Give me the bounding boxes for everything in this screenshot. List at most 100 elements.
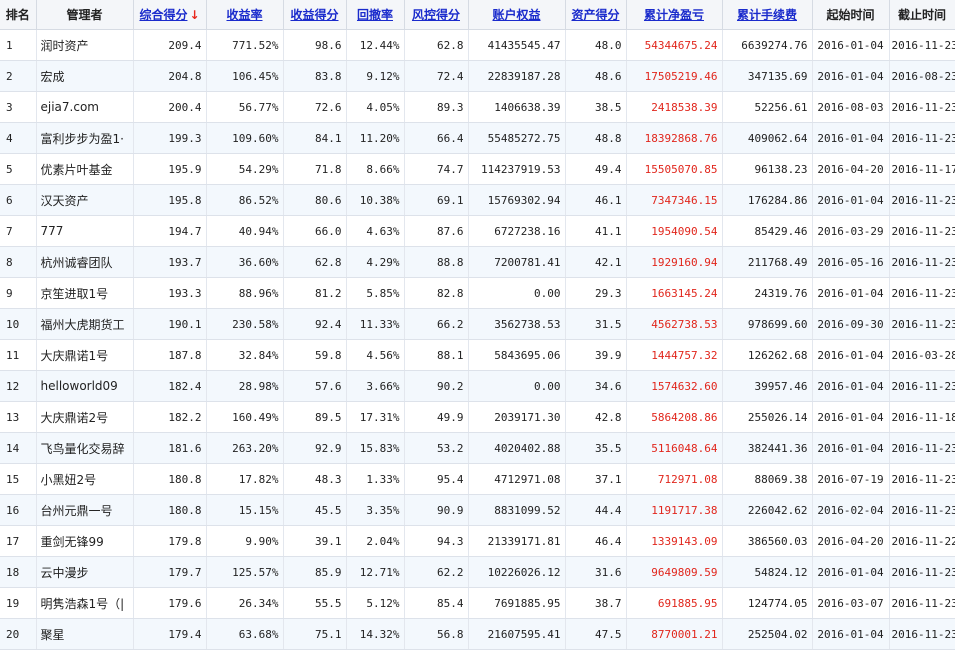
cell-manager: 飞鸟量化交易辞 [36, 432, 134, 464]
cell-net-pnl: 1339143.09 [626, 525, 723, 557]
cell-equity: 0.00 [468, 277, 566, 309]
cell-return-rate: 15.15% [206, 494, 284, 526]
column-header-rank: 排名 [0, 0, 37, 30]
cell-equity: 55485272.75 [468, 122, 566, 154]
cell-rank: 7 [0, 215, 37, 247]
cell-return-score: 55.5 [283, 587, 347, 619]
cell-rank: 18 [0, 556, 37, 588]
cell-equity: 1406638.39 [468, 91, 566, 123]
cell-fees: 347135.69 [722, 60, 813, 92]
cell-asset-score: 29.3 [565, 277, 627, 309]
table-row: 20 聚星 179.4 63.68% 75.1 14.32% 56.8 21607595.41… [0, 618, 955, 650]
cell-start: 2016-08-03 [812, 91, 890, 123]
cell-end: 2016-11-23 [889, 432, 955, 464]
table-row: 4 富利步步为盈1· 199.3 109.60% 84.1 11.20% 66.4 55485… [0, 122, 955, 154]
cell-return-score: 71.8 [283, 153, 347, 185]
cell-fees: 124774.05 [722, 587, 813, 619]
column-header-fees[interactable]: 累计手续费 [722, 0, 813, 30]
cell-score: 179.7 [133, 556, 207, 588]
table-row: 15 小黑妞2号 180.8 17.82% 48.3 1.33% 95.4 4712971.0… [0, 463, 955, 495]
cell-net-pnl: 1929160.94 [626, 246, 723, 278]
cell-end: 2016-11-23 [889, 277, 955, 309]
column-header-drawdown[interactable]: 回撤率 [346, 0, 405, 30]
cell-return-rate: 88.96% [206, 277, 284, 309]
cell-net-pnl: 1191717.38 [626, 494, 723, 526]
cell-score: 179.4 [133, 618, 207, 650]
cell-start: 2016-01-04 [812, 339, 890, 371]
column-header-label: 资产得分 [571, 8, 620, 22]
sort-desc-arrow-icon[interactable]: ↓ [189, 8, 199, 22]
cell-return-rate: 230.58% [206, 308, 284, 340]
cell-rank: 5 [0, 153, 37, 185]
column-header-label: 累计净盈亏 [643, 8, 704, 22]
cell-manager: 润时资产 [36, 29, 134, 61]
column-header-risk-score[interactable]: 风控得分 [404, 0, 469, 30]
column-header-net-pnl[interactable]: 累计净盈亏 [626, 0, 723, 30]
cell-risk-score: 56.8 [404, 618, 469, 650]
cell-return-score: 48.3 [283, 463, 347, 495]
cell-return-score: 98.6 [283, 29, 347, 61]
cell-fees: 252504.02 [722, 618, 813, 650]
table-row: 10 福州大虎期货工 190.1 230.58% 92.4 11.33% 66.2 35627… [0, 308, 955, 340]
cell-start: 2016-01-04 [812, 184, 890, 216]
cell-risk-score: 66.2 [404, 308, 469, 340]
cell-score: 209.4 [133, 29, 207, 61]
cell-fees: 54824.12 [722, 556, 813, 588]
cell-equity: 10226026.12 [468, 556, 566, 588]
column-header-return-rate[interactable]: 收益率 [206, 0, 284, 30]
cell-asset-score: 34.6 [565, 370, 627, 402]
cell-fees: 24319.76 [722, 277, 813, 309]
cell-drawdown: 12.71% [346, 556, 405, 588]
cell-net-pnl: 15505070.85 [626, 153, 723, 185]
cell-equity: 41435545.47 [468, 29, 566, 61]
column-header-score[interactable]: 综合得分 ↓ [133, 0, 207, 30]
cell-drawdown: 5.12% [346, 587, 405, 619]
table-row: 13 大庆鼎诺2号 182.2 160.49% 89.5 17.31% 49.9 203917… [0, 401, 955, 433]
cell-end: 2016-11-22 [889, 525, 955, 557]
cell-return-rate: 56.77% [206, 91, 284, 123]
column-header-equity[interactable]: 账户权益 [468, 0, 566, 30]
cell-manager: 聚星 [36, 618, 134, 650]
cell-risk-score: 90.2 [404, 370, 469, 402]
cell-fees: 88069.38 [722, 463, 813, 495]
cell-drawdown: 15.83% [346, 432, 405, 464]
cell-end: 2016-11-23 [889, 246, 955, 278]
column-header-asset-score[interactable]: 资产得分 [565, 0, 627, 30]
cell-return-rate: 263.20% [206, 432, 284, 464]
cell-fees: 226042.62 [722, 494, 813, 526]
cell-end: 2016-11-23 [889, 122, 955, 154]
cell-start: 2016-01-04 [812, 29, 890, 61]
cell-net-pnl: 691885.95 [626, 587, 723, 619]
cell-net-pnl: 5864208.86 [626, 401, 723, 433]
cell-net-pnl: 1663145.24 [626, 277, 723, 309]
table-row: 1 润时资产 209.4 771.52% 98.6 12.44% 62.8 41435545.… [0, 29, 955, 61]
cell-return-rate: 109.60% [206, 122, 284, 154]
cell-risk-score: 89.3 [404, 91, 469, 123]
cell-rank: 12 [0, 370, 37, 402]
cell-risk-score: 62.2 [404, 556, 469, 588]
cell-equity: 114237919.53 [468, 153, 566, 185]
cell-rank: 1 [0, 29, 37, 61]
cell-net-pnl: 1444757.32 [626, 339, 723, 371]
cell-return-score: 84.1 [283, 122, 347, 154]
cell-return-score: 66.0 [283, 215, 347, 247]
column-header-label: 管理者 [66, 8, 103, 22]
cell-return-rate: 106.45% [206, 60, 284, 92]
cell-asset-score: 35.5 [565, 432, 627, 464]
cell-return-rate: 32.84% [206, 339, 284, 371]
cell-drawdown: 17.31% [346, 401, 405, 433]
cell-start: 2016-01-04 [812, 122, 890, 154]
cell-end: 2016-11-23 [889, 556, 955, 588]
column-header-return-score[interactable]: 收益得分 [283, 0, 347, 30]
cell-asset-score: 42.8 [565, 401, 627, 433]
cell-return-score: 57.6 [283, 370, 347, 402]
table-row: 3 ejia7.com 200.4 56.77% 72.6 4.05% 89.3 140663… [0, 91, 955, 123]
cell-return-score: 92.9 [283, 432, 347, 464]
cell-net-pnl: 7347346.15 [626, 184, 723, 216]
table-row: 5 优素片叶基金 195.9 54.29% 71.8 8.66% 74.7 114237919… [0, 153, 955, 185]
cell-manager: 福州大虎期货工 [36, 308, 134, 340]
table-row: 12 helloworld09 182.4 28.98% 57.6 3.66% 90.2 0.… [0, 370, 955, 402]
cell-drawdown: 9.12% [346, 60, 405, 92]
cell-equity: 15769302.94 [468, 184, 566, 216]
cell-return-score: 59.8 [283, 339, 347, 371]
